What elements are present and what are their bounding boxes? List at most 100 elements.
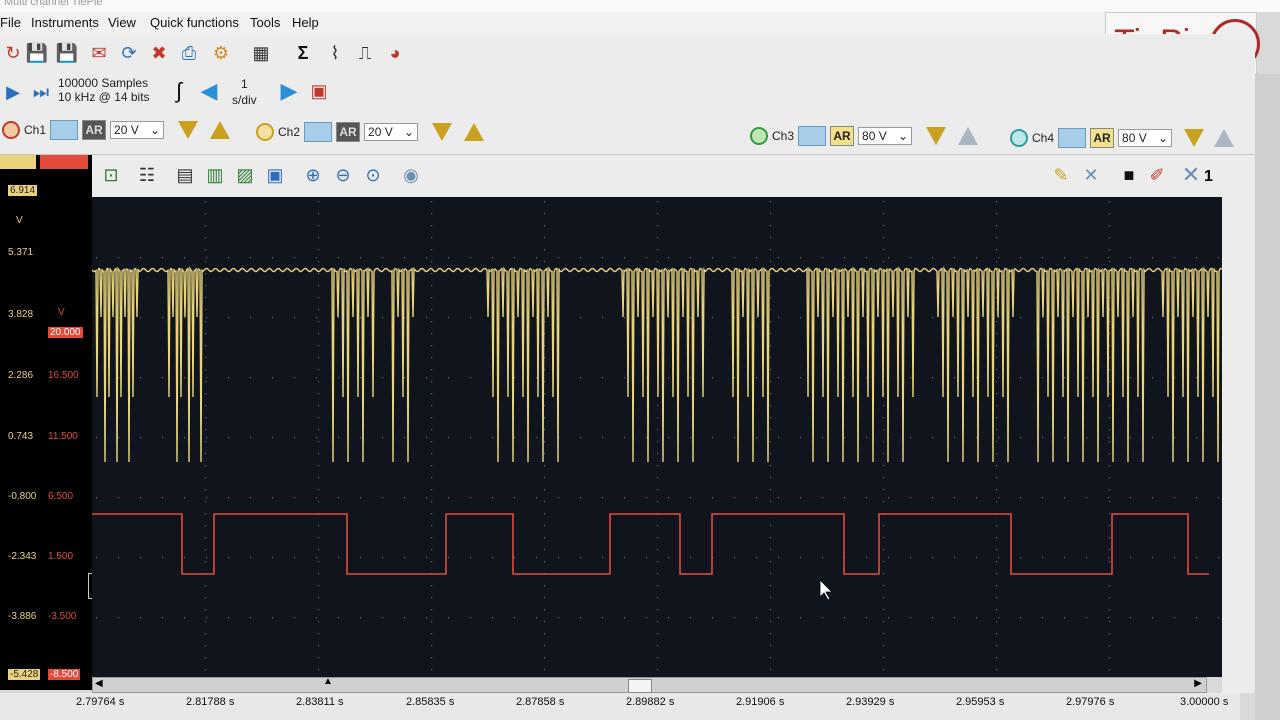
ch2-axis-color-bar[interactable] bbox=[0, 155, 36, 169]
pie-chart-icon[interactable]: ◕ bbox=[382, 40, 408, 66]
ch2-coupling-button[interactable] bbox=[304, 122, 333, 142]
ch3-coupling-button[interactable] bbox=[798, 126, 827, 146]
zoom-out-icon[interactable]: ⊖ bbox=[330, 162, 356, 188]
graph-icon[interactable]: ▨ bbox=[232, 162, 258, 188]
time-axis: 2.79764 s 2.81788 s 2.83811 s 2.85835 s … bbox=[0, 693, 1240, 720]
menu-tools[interactable]: Tools bbox=[250, 15, 280, 30]
time-tick: 2.79764 s bbox=[76, 696, 125, 708]
sum-icon[interactable]: Σ bbox=[290, 40, 316, 66]
ch2-label: Ch2 bbox=[278, 125, 301, 139]
ch2-range-select[interactable]: 20 V ⌄ bbox=[364, 123, 419, 141]
trigger-slope-icon[interactable]: ∫ bbox=[166, 78, 192, 104]
zoom-in-icon[interactable]: ⊕ bbox=[300, 162, 326, 188]
eye-icon[interactable]: ◉ bbox=[398, 162, 424, 188]
ch3-range-up-icon[interactable] bbox=[958, 127, 979, 145]
scroll-left-icon[interactable]: ◀ bbox=[95, 678, 103, 689]
timebase-increase-icon[interactable]: ▶ bbox=[276, 78, 302, 104]
time-tick: 2.91906 s bbox=[736, 696, 785, 708]
menu-file[interactable]: File bbox=[0, 15, 21, 30]
save-as-icon[interactable]: 💾 bbox=[54, 40, 80, 66]
time-tick: 2.95953 s bbox=[956, 696, 1005, 708]
scope-mode-icon[interactable]: ⊡ bbox=[98, 162, 124, 188]
ch1-range-down-icon[interactable] bbox=[178, 121, 199, 139]
email-icon[interactable]: ✉ bbox=[86, 40, 112, 66]
scroll-thumb[interactable] bbox=[628, 679, 652, 693]
ch4-icon[interactable] bbox=[1010, 129, 1028, 147]
ch3-range-down-icon[interactable] bbox=[926, 127, 947, 145]
timebase-value: 1 bbox=[241, 77, 248, 91]
chevron-down-icon: ⌄ bbox=[149, 123, 161, 137]
ch3-range-select[interactable]: 80 V ⌄ bbox=[858, 127, 913, 145]
zoom-region-icon[interactable]: ⊙ bbox=[360, 162, 386, 188]
refresh-icon[interactable]: ⟳ bbox=[116, 40, 142, 66]
sample-rate: 10 kHz @ 14 bits bbox=[58, 90, 150, 104]
instrument-icon[interactable]: ▦ bbox=[248, 40, 274, 66]
sample-info[interactable]: 100000 Samples 10 kHz @ 14 bits bbox=[58, 76, 150, 104]
single-shot-icon[interactable]: ⏭ bbox=[28, 79, 54, 105]
ch4-range-select[interactable]: 80 V ⌄ bbox=[1118, 129, 1173, 147]
menu-help[interactable]: Help bbox=[292, 15, 319, 30]
print-icon[interactable]: ⎙ bbox=[176, 40, 202, 66]
ch4-range-up-icon[interactable] bbox=[1214, 129, 1235, 147]
ch1-autorange-button[interactable]: AR bbox=[82, 120, 107, 140]
ch3-autorange-button[interactable]: AR bbox=[830, 126, 855, 146]
pulse-icon[interactable]: ⎍ bbox=[352, 40, 378, 66]
ch3-label: Ch3 bbox=[772, 129, 795, 143]
time-tick: 2.89882 s bbox=[626, 696, 675, 708]
ch1-axis-color-bar[interactable] bbox=[40, 155, 88, 169]
ch2-autorange-button[interactable]: AR bbox=[336, 122, 361, 142]
time-tick: 2.97976 s bbox=[1066, 696, 1115, 708]
y-tick-ch1: 11.500 bbox=[48, 431, 78, 442]
channel-layout-icon[interactable]: ☷ bbox=[134, 162, 160, 188]
menu-quick-functions[interactable]: Quick functions bbox=[150, 15, 239, 30]
time-tick: 2.83811 s bbox=[296, 696, 344, 708]
y-tick-ch1: 1.500 bbox=[48, 551, 74, 562]
scroll-right-icon[interactable]: ▶ bbox=[1194, 678, 1202, 689]
channel-2-controls: Ch2 AR 20 V ⌄ bbox=[256, 122, 485, 142]
cursor-icon[interactable]: ✕ bbox=[1078, 162, 1104, 188]
ch1-coupling-button[interactable] bbox=[50, 120, 79, 140]
ch1-label: Ch1 bbox=[24, 123, 47, 137]
time-tick: 3.00000 s bbox=[1180, 696, 1229, 708]
graph-split-icon[interactable]: ▥ bbox=[202, 162, 228, 188]
window-icon[interactable]: ■ bbox=[1116, 162, 1142, 188]
ch2-range-down-icon[interactable] bbox=[432, 123, 453, 141]
scope-toolbar: ⊡ ☷ ▤ ▥ ▨ ▣ ⊕ ⊖ ⊙ ◉ ✎ ✕ ■ ✐ ✕ 1 bbox=[92, 155, 1255, 198]
fit-icon[interactable]: ▣ bbox=[262, 162, 288, 188]
ch2-icon[interactable] bbox=[256, 123, 274, 141]
delete-icon[interactable]: ✖ bbox=[146, 40, 172, 66]
eraser-icon[interactable]: ✐ bbox=[1144, 162, 1170, 188]
settings-gear-icon[interactable]: ⚙ bbox=[208, 40, 234, 66]
horizontal-scrollbar[interactable]: ◀ ▲ ▶ bbox=[92, 676, 1207, 693]
channel-3-controls: Ch3 AR 80 V ⌄ bbox=[750, 126, 979, 146]
ch4-range-down-icon[interactable] bbox=[1184, 129, 1205, 147]
scope-plot[interactable] bbox=[91, 197, 1223, 677]
table-icon[interactable]: ▤ bbox=[172, 162, 198, 188]
trigger-position-icon[interactable]: ▲ bbox=[323, 676, 333, 687]
scope-graph[interactable] bbox=[91, 197, 1223, 677]
ch3-icon[interactable] bbox=[750, 127, 768, 145]
ch4-autorange-button[interactable]: AR bbox=[1090, 128, 1115, 148]
ch2-range-up-icon[interactable] bbox=[464, 123, 485, 141]
y-tick-ch2: 6.914 bbox=[8, 185, 38, 196]
y-tick-ch2: 0.743 bbox=[8, 431, 34, 442]
ch1-range-select[interactable]: 20 V ⌄ bbox=[110, 121, 165, 139]
save-icon[interactable]: 💾 bbox=[24, 40, 50, 66]
ch1-range-up-icon[interactable] bbox=[210, 121, 231, 139]
close-icon[interactable]: ✕ bbox=[1178, 162, 1204, 188]
menu-view[interactable]: View bbox=[108, 15, 136, 30]
open-icon[interactable]: ↻ bbox=[0, 40, 26, 66]
menu-instruments[interactable]: Instruments bbox=[31, 15, 99, 30]
chevron-down-icon: ⌄ bbox=[1157, 131, 1169, 145]
annotation-icon[interactable]: ✎ bbox=[1048, 162, 1074, 188]
ch1-icon[interactable] bbox=[2, 121, 20, 139]
timebase-decrease-icon[interactable]: ◀ bbox=[196, 78, 222, 104]
ch4-coupling-button[interactable] bbox=[1058, 128, 1087, 148]
ch2-trace bbox=[91, 266, 1223, 463]
play-icon[interactable]: ▶ bbox=[0, 79, 26, 105]
mouse-pointer-icon bbox=[819, 579, 833, 601]
record-settings-icon[interactable]: ▣ bbox=[306, 78, 332, 104]
probe-icon[interactable]: ⌇ bbox=[322, 40, 348, 66]
y-tick-ch2: 5.371 bbox=[8, 247, 34, 258]
y-tick-ch2: 3.828 bbox=[8, 309, 34, 320]
